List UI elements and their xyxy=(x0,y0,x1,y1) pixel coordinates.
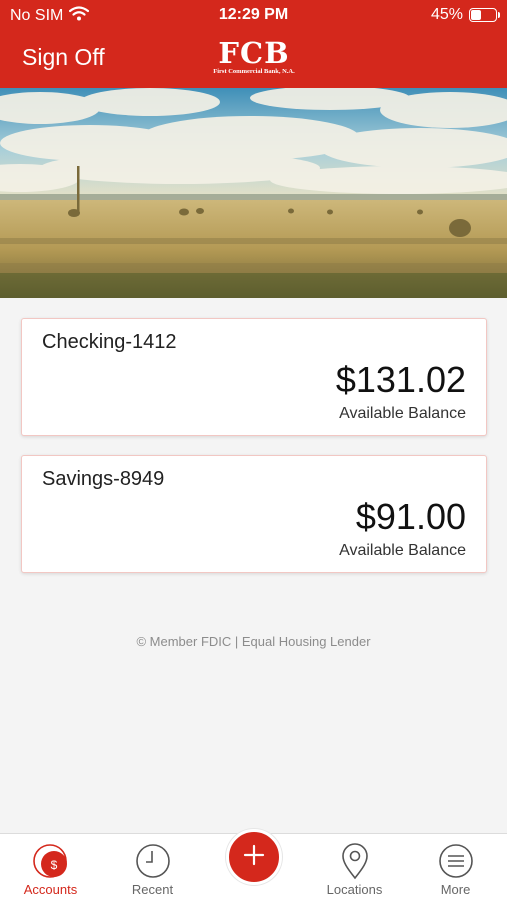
status-bar: No SIM 12:29 PM 45% xyxy=(0,0,507,32)
clock-icon xyxy=(134,842,172,885)
account-name: Checking-1412 xyxy=(42,331,177,353)
menu-circle-icon xyxy=(437,842,475,885)
tab-recent[interactable]: Recent xyxy=(102,834,203,900)
tab-label: Accounts xyxy=(23,882,78,897)
bank-logo: FCB First Commercial Bank, N.A. xyxy=(196,38,312,76)
status-right: 45% xyxy=(430,6,500,24)
tab-locations[interactable]: Locations xyxy=(304,834,405,900)
plus-icon xyxy=(243,844,265,871)
tab-accounts[interactable]: $ Accounts xyxy=(0,834,101,900)
fdic-notice: © Member FDIC | Equal Housing Lender xyxy=(136,634,371,649)
account-card-checking[interactable]: Checking-1412 $131.02 Available Balance xyxy=(21,318,487,436)
balance-label: Available Balance xyxy=(339,405,466,422)
svg-text:$: $ xyxy=(50,858,57,872)
logo-subtext: First Commercial Bank, N.A. xyxy=(213,68,295,75)
battery-fill xyxy=(471,10,482,20)
logo-mark: FCB xyxy=(218,36,290,70)
account-name: Savings-8949 xyxy=(42,468,165,490)
tab-more[interactable]: More xyxy=(405,834,506,900)
account-balance: $91.00 xyxy=(355,496,466,537)
dollar-circle-icon: $ xyxy=(31,842,71,883)
battery-percent: 45% xyxy=(430,6,463,23)
tab-label: More xyxy=(440,882,471,897)
balance-label: Available Balance xyxy=(339,542,466,559)
sign-off-button[interactable]: Sign Off xyxy=(22,44,105,71)
header-bar: No SIM 12:29 PM 45% Sign Off FCB First C… xyxy=(0,0,507,88)
add-action-button[interactable] xyxy=(226,829,282,885)
account-balance: $131.02 xyxy=(335,359,466,400)
hero-image xyxy=(0,88,507,298)
hay-field-illustration xyxy=(0,88,507,298)
tab-label: Recent xyxy=(131,882,174,897)
battery-icon xyxy=(469,8,500,22)
location-pin-icon xyxy=(338,842,372,885)
tab-label: Locations xyxy=(326,882,383,897)
account-card-savings[interactable]: Savings-8949 $91.00 Available Balance xyxy=(21,455,487,573)
app-screen: No SIM 12:29 PM 45% Sign Off FCB First C… xyxy=(0,0,507,900)
